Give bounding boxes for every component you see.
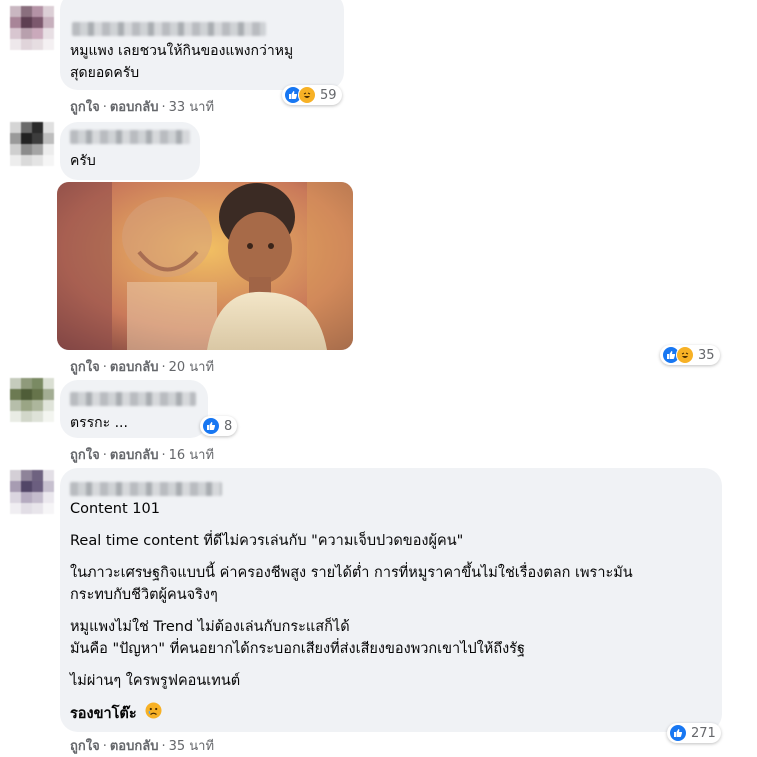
comment-bubble: ตรรกะ ... [60,380,208,438]
comment-actions: ถูกใจ · ตอบกลับ · 20 นาที [70,356,214,377]
reaction-summary[interactable]: 271 [667,723,721,743]
separator-dot: · [161,100,166,115]
avatar[interactable] [10,6,54,50]
haha-icon [298,86,316,104]
like-link[interactable]: ถูกใจ [70,739,100,754]
comment-text: Real time content ที่ดีไม่ควรเล่นกับ "คว… [70,533,464,549]
comment-text: หมูแพง เลยชวนให้กินของแพงกว่าหมู [70,43,294,59]
comment-text: กระทบกับชีวิตผู้คนจริงๆ [70,587,218,603]
avatar[interactable] [10,378,54,422]
like-link[interactable]: ถูกใจ [70,360,100,375]
like-link[interactable]: ถูกใจ [70,448,100,463]
like-icon [202,417,220,435]
comment-text: หมูแพงไม่ใช่ Trend ไม่ต้องเล่นกับกระแสก็… [70,619,350,635]
reaction-summary[interactable]: 59 [282,85,342,105]
sad-face-icon [145,702,162,726]
separator-dot: · [161,448,166,463]
comment-text: ตรรกะ ... [70,415,128,431]
reaction-count: 8 [224,418,233,434]
reaction-count: 59 [320,87,337,103]
commenter-name-redacted [70,482,222,496]
separator-dot: · [102,360,107,375]
comment-text: ครับ [70,153,96,169]
like-link[interactable]: ถูกใจ [70,100,100,115]
comment-text: Content 101 [70,501,160,517]
reaction-count: 271 [691,725,716,741]
comment-bubble: หมูแพง เลยชวนให้กินของแพงกว่าหมู สุดยอดค… [60,0,344,90]
avatar[interactable] [10,122,54,166]
comment-text-bold: รองขาโต๊ะ [70,702,162,726]
comment-text: ไม่ผ่านๆ ใครพรูฟคอนเทนต์ [70,673,241,689]
reply-link[interactable]: ตอบกลับ [110,448,159,463]
reaction-summary[interactable]: 8 [200,416,238,436]
reaction-count: 35 [698,347,715,363]
commenter-name-redacted [70,392,196,406]
reply-link[interactable]: ตอบกลับ [110,360,159,375]
reply-link[interactable]: ตอบกลับ [110,739,159,754]
reply-link[interactable]: ตอบกลับ [110,100,159,115]
comment-time[interactable]: 33 นาที [169,100,214,115]
comment-actions: ถูกใจ · ตอบกลับ · 16 นาที [70,444,214,465]
comment-text: สุดยอดครับ [70,65,140,81]
separator-dot: · [102,739,107,754]
comment-text: ในภาวะเศรษฐกิจแบบนี้ ค่าครองชีพสูง รายได… [70,565,633,581]
comment-text: มันคือ "ปัญหา" ที่คนอยากได้กระบอกเสียงที… [70,641,525,657]
like-icon [669,724,687,742]
comment-bubble: ครับ [60,122,200,180]
comment-time[interactable]: 35 นาที [169,739,214,754]
comment-actions: ถูกใจ · ตอบกลับ · 33 นาที [70,96,214,117]
comment-text: รองขาโต๊ะ [70,706,137,722]
reaction-summary[interactable]: 35 [660,345,720,365]
commenter-name-redacted [70,130,190,144]
avatar[interactable] [10,470,54,514]
comment-time[interactable]: 16 นาที [169,448,214,463]
comment-actions: ถูกใจ · ตอบกลับ · 35 นาที [70,735,214,756]
comment-attached-photo[interactable] [57,182,353,350]
separator-dot: · [161,360,166,375]
separator-dot: · [102,100,107,115]
separator-dot: · [102,448,107,463]
comment-time[interactable]: 20 นาที [169,360,214,375]
separator-dot: · [161,739,166,754]
haha-icon [676,346,694,364]
commenter-name-redacted [72,22,266,36]
